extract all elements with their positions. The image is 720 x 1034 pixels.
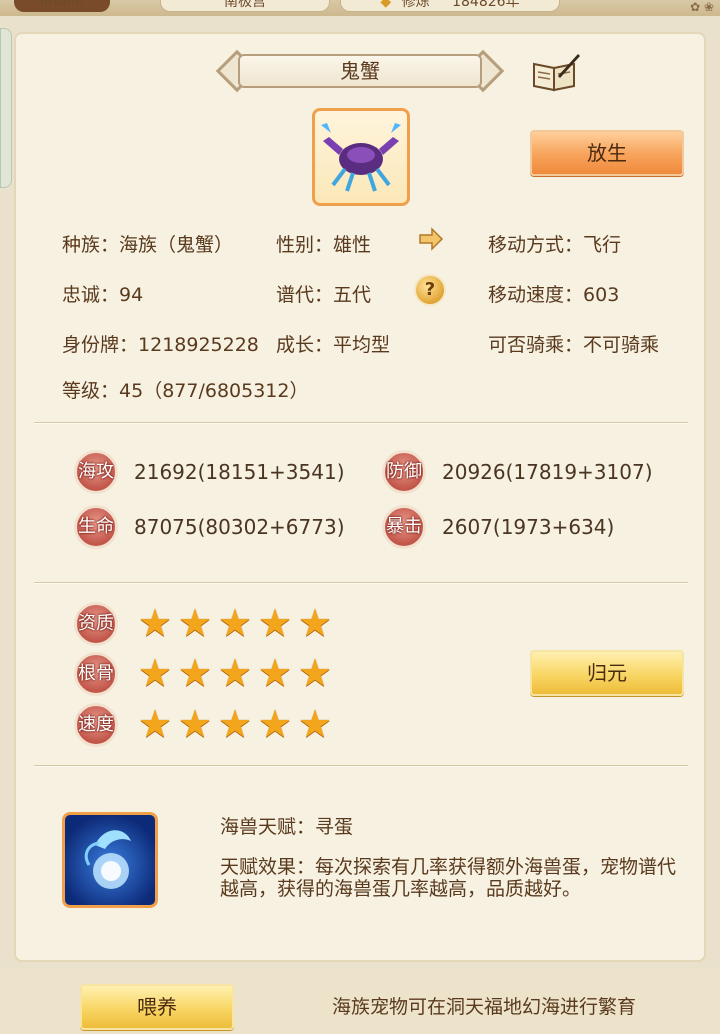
star-icon: ★ — [298, 702, 333, 746]
gender-label: 性别： — [276, 234, 334, 256]
book-quill-icon[interactable] — [530, 52, 582, 94]
star-icon: ★ — [218, 702, 253, 746]
star-icon: ★ — [178, 651, 213, 695]
gender-value: 雄性 — [333, 234, 372, 256]
move-speed-label: 移动速度： — [488, 284, 584, 306]
loyalty-field: 忠诚：94 — [62, 280, 143, 307]
release-button[interactable]: 放生 — [530, 130, 684, 176]
star-icon: ★ — [298, 651, 333, 695]
move-speed-value: 603 — [583, 284, 620, 306]
loyalty-value: 94 — [119, 284, 144, 306]
star-icon: ★ — [138, 702, 173, 746]
gender-switch-arrow-icon[interactable] — [412, 224, 446, 254]
bone-badge: 根骨 — [74, 652, 118, 696]
move-mode-field: 移动方式：飞行 — [488, 230, 621, 257]
talent-name: 海兽天赋：寻蛋 — [220, 816, 354, 838]
cultivation-chip: ◆ 修炼 184826年 — [340, 0, 560, 12]
cultivation-icon: ◆ — [380, 0, 392, 10]
generation-field: 谱代：五代 — [276, 280, 371, 307]
move-speed-field: 移动速度：603 — [488, 280, 619, 307]
hp-badge: 生命 — [74, 505, 118, 549]
divider — [34, 422, 688, 424]
star-icon: ★ — [258, 702, 293, 746]
growth-label: 成长： — [276, 334, 334, 356]
generation-label: 谱代： — [276, 284, 334, 306]
star-icon: ★ — [258, 601, 293, 645]
rideable-value: 不可骑乘 — [583, 334, 660, 356]
divider — [34, 582, 688, 584]
talent-description: 天赋效果：每次探索有几率获得额外海兽蛋，宠物谱代越高，获得的海兽蛋几率越高，品质… — [220, 856, 677, 900]
rank-chip: 帝仙I阶 — [14, 0, 110, 12]
level-field: 等级：45（877/6805312） — [62, 376, 308, 403]
hp-value: 87075(80302+6773) — [134, 515, 345, 539]
talent-icon[interactable] — [62, 812, 158, 908]
egg-orb-icon — [84, 830, 131, 889]
rideable-field: 可否骑乘：不可骑乘 — [488, 330, 659, 357]
gender-field: 性别：雄性 — [276, 230, 371, 257]
attack-value: 21692(18151+3541) — [134, 460, 345, 484]
side-scroll-rail[interactable] — [0, 28, 12, 188]
star-icon: ★ — [258, 651, 293, 695]
star-icon: ★ — [218, 601, 253, 645]
cultivation-value: 184826年 — [452, 0, 520, 10]
aptitude-badge: 资质 — [74, 602, 118, 646]
level-label: 等级： — [62, 380, 120, 402]
crit-badge: 暴击 — [382, 505, 426, 549]
divider — [34, 765, 688, 767]
rideable-label: 可否骑乘： — [488, 334, 584, 356]
race-value: 海族（鬼蟹） — [119, 234, 234, 256]
feed-button[interactable]: 喂养 — [80, 984, 234, 1030]
star-icon: ★ — [298, 601, 333, 645]
growth-field: 成长：平均型 — [276, 330, 390, 357]
level-value: 45（877/6805312） — [119, 380, 309, 402]
bone-stars: ★ ★ ★ ★ ★ — [138, 654, 338, 694]
move-mode-value: 飞行 — [583, 234, 622, 256]
speed-badge: 速度 — [74, 703, 118, 747]
defense-badge: 防御 — [382, 450, 426, 494]
id-field: 身份牌：1218925228 — [62, 330, 259, 357]
pet-portrait — [312, 108, 410, 206]
race-label: 种族： — [62, 234, 120, 256]
help-question-icon[interactable]: ? — [414, 274, 446, 306]
attack-badge: 海攻 — [74, 450, 118, 494]
crit-value: 2607(1973+634) — [442, 515, 615, 539]
star-icon: ★ — [178, 601, 213, 645]
restore-button[interactable]: 归元 — [530, 650, 684, 696]
pet-name: 鬼蟹 — [238, 54, 482, 88]
generation-value: 五代 — [333, 284, 372, 306]
aptitude-stars: ★ ★ ★ ★ ★ — [138, 604, 338, 644]
cultivation-label: 修炼 — [401, 0, 430, 10]
vine-decoration-icon: ✿ ❀ — [690, 0, 714, 14]
loyalty-label: 忠诚： — [62, 284, 120, 306]
ghost-crab-icon — [321, 123, 401, 192]
pet-name-plate: 鬼蟹 — [215, 48, 505, 94]
move-mode-label: 移动方式： — [488, 234, 584, 256]
growth-value: 平均型 — [333, 334, 391, 356]
star-icon: ★ — [138, 651, 173, 695]
star-icon: ★ — [178, 702, 213, 746]
id-label: 身份牌： — [62, 334, 139, 356]
breeding-note: 海族宠物可在洞天福地幻海进行繁育 — [332, 996, 637, 1018]
realm-chip: 南极宫 — [160, 0, 330, 12]
race-field: 种族：海族（鬼蟹） — [62, 230, 233, 257]
speed-stars: ★ ★ ★ ★ ★ — [138, 705, 338, 745]
defense-value: 20926(17819+3107) — [442, 460, 653, 484]
star-icon: ★ — [138, 601, 173, 645]
star-icon: ★ — [218, 651, 253, 695]
top-status-bar: 帝仙I阶 南极宫 ◆ 修炼 184826年 ✿ ❀ — [0, 0, 720, 16]
id-value: 1218925228 — [138, 334, 259, 356]
